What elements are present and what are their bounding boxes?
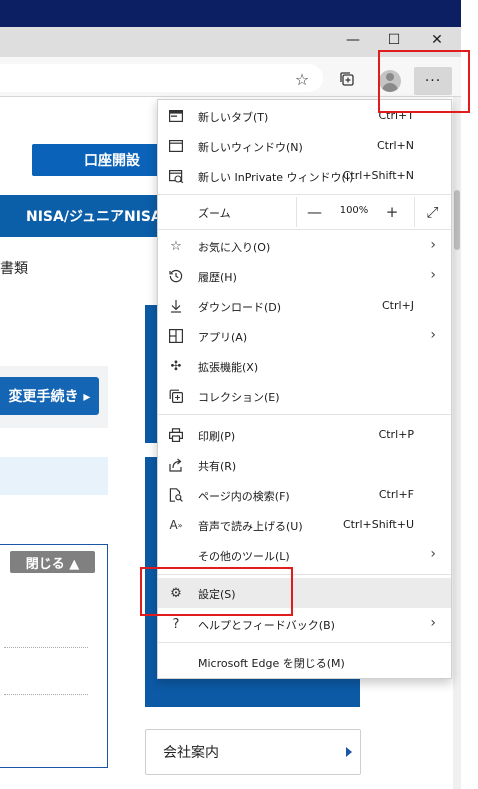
menu-item-new-inprivate[interactable]: 新しい InPrivate ウィンドウ(I) Ctrl+Shift+N: [158, 161, 451, 191]
download-icon: [168, 298, 184, 314]
menu-item-extensions[interactable]: ✣ 拡張機能(X): [158, 351, 451, 381]
menu-item-label: 新しい InPrivate ウィンドウ(I): [198, 171, 354, 184]
zoom-row: ズーム — 100% + ⤢: [158, 197, 451, 227]
menu-item-label: 共有(R): [198, 460, 237, 473]
history-icon: [168, 268, 184, 284]
maximize-button[interactable]: ☐: [372, 29, 416, 51]
extensions-icon: ✣: [170, 358, 182, 374]
menu-item-close-edge[interactable]: Microsoft Edge を閉じる(M): [158, 647, 451, 677]
menu-item-apps[interactable]: アプリ(A) ›: [158, 321, 451, 351]
plus-icon: +: [385, 203, 399, 221]
menu-item-label: 新しいウィンドウ(N): [198, 141, 303, 154]
collections-button[interactable]: [333, 67, 361, 91]
print-icon: [168, 427, 184, 443]
close-icon: ✕: [431, 32, 443, 48]
zoom-label: ズーム: [198, 207, 231, 220]
company-info-link[interactable]: 会社案内: [145, 729, 361, 775]
close-window-button[interactable]: ✕: [415, 29, 459, 51]
menu-separator: [158, 229, 451, 230]
inprivate-icon: [168, 168, 184, 184]
menu-item-label: その他のツール(L): [198, 550, 290, 563]
collections-icon: [168, 388, 184, 404]
apps-icon: [168, 328, 184, 344]
menu-item-read-aloud[interactable]: A» 音声で読み上げる(U) Ctrl+Shift+U: [158, 510, 451, 540]
chevron-right-icon: ›: [430, 546, 436, 562]
find-icon: [168, 487, 184, 503]
menu-item-print[interactable]: 印刷(P) Ctrl+P: [158, 420, 451, 450]
title-bar: — ☐ ✕: [0, 0, 461, 57]
change-procedure-button[interactable]: 変更手続き ▸: [0, 377, 99, 415]
scrollbar-thumb[interactable]: [454, 190, 460, 250]
minimize-icon: —: [346, 32, 360, 48]
menu-item-collections[interactable]: コレクション(E): [158, 381, 451, 411]
menu-shortcut: Ctrl+Shift+U: [342, 518, 414, 531]
share-icon: [168, 457, 184, 473]
menu-item-label: 履歴(H): [198, 271, 237, 284]
fullscreen-button[interactable]: ⤢: [414, 197, 450, 227]
zoom-in-button[interactable]: +: [374, 197, 410, 227]
menu-item-label: 新しいタブ(T): [198, 111, 269, 124]
title-bar-dark-strip: [0, 0, 461, 27]
menu-shortcut: Ctrl+N: [376, 139, 414, 152]
menu-item-more-tools[interactable]: その他のツール(L) ›: [158, 540, 451, 570]
menu-item-label: アプリ(A): [198, 331, 248, 344]
collections-icon: [340, 72, 354, 86]
menu-item-label: ヘルプとフィードバック(B): [198, 619, 335, 632]
menu-shortcut: Ctrl+F: [378, 488, 414, 501]
collapsible-panel: [0, 544, 108, 768]
menu-item-downloads[interactable]: ダウンロード(D) Ctrl+J: [158, 291, 451, 321]
menu-item-label: コレクション(E): [198, 391, 280, 404]
chevron-right-icon: ›: [430, 327, 436, 343]
close-panel-button[interactable]: 閉じる ▲: [10, 551, 95, 573]
menu-separator: [158, 414, 451, 415]
highlight-more-button: [378, 50, 470, 113]
menu-item-label: 音声で読み上げる(U): [198, 520, 303, 533]
divider: [4, 694, 88, 695]
menu-item-share[interactable]: 共有(R): [158, 450, 451, 480]
read-aloud-icon: A»: [169, 518, 183, 532]
menu-item-label: 拡張機能(X): [198, 361, 259, 374]
fullscreen-icon: ⤢: [426, 203, 439, 221]
menu-item-label: お気に入り(O): [198, 241, 271, 254]
menu-item-favorites[interactable]: ☆ お気に入り(O) ›: [158, 231, 451, 261]
menu-item-label: 印刷(P): [198, 430, 236, 443]
chevron-right-icon: ›: [430, 237, 436, 253]
menu-item-find-on-page[interactable]: ページ内の検索(F) Ctrl+F: [158, 480, 451, 510]
menu-item-label: ページ内の検索(F): [198, 490, 290, 503]
zoom-out-button[interactable]: —: [296, 197, 332, 227]
menu-item-new-window[interactable]: 新しいウィンドウ(N) Ctrl+N: [158, 131, 451, 161]
new-window-icon: [168, 138, 184, 154]
company-info-label: 会社案内: [163, 745, 219, 761]
chevron-right-icon: ›: [430, 615, 436, 631]
favorite-star-button[interactable]: ☆: [288, 67, 316, 91]
menu-shortcut: Ctrl+P: [378, 428, 414, 441]
minus-icon: —: [307, 203, 322, 221]
nisa-nav-bar[interactable]: NISA/ジュニアNISA: [0, 195, 178, 237]
documents-text: 書類: [0, 261, 28, 277]
chevron-right-icon: ›: [430, 267, 436, 283]
help-icon: ?: [172, 616, 180, 632]
menu-shortcut: Ctrl+Shift+N: [342, 169, 414, 182]
menu-separator: [158, 194, 451, 195]
arrow-right-icon: [346, 747, 352, 757]
star-icon: ☆: [294, 69, 310, 89]
menu-shortcut: Ctrl+J: [381, 299, 414, 312]
address-input[interactable]: [0, 64, 323, 92]
favorites-icon: ☆: [170, 238, 182, 254]
menu-item-history[interactable]: 履歴(H) ›: [158, 261, 451, 291]
zoom-value: 100%: [339, 205, 369, 216]
menu-item-label: ダウンロード(D): [198, 301, 282, 314]
menu-item-label: Microsoft Edge を閉じる(M): [198, 657, 345, 670]
maximize-icon: ☐: [387, 32, 401, 48]
minimize-button[interactable]: —: [331, 29, 375, 51]
divider: [4, 647, 88, 648]
new-tab-icon: [168, 108, 184, 124]
highlight-settings: [140, 567, 293, 616]
menu-separator: [158, 642, 451, 643]
info-strip: [0, 457, 108, 495]
